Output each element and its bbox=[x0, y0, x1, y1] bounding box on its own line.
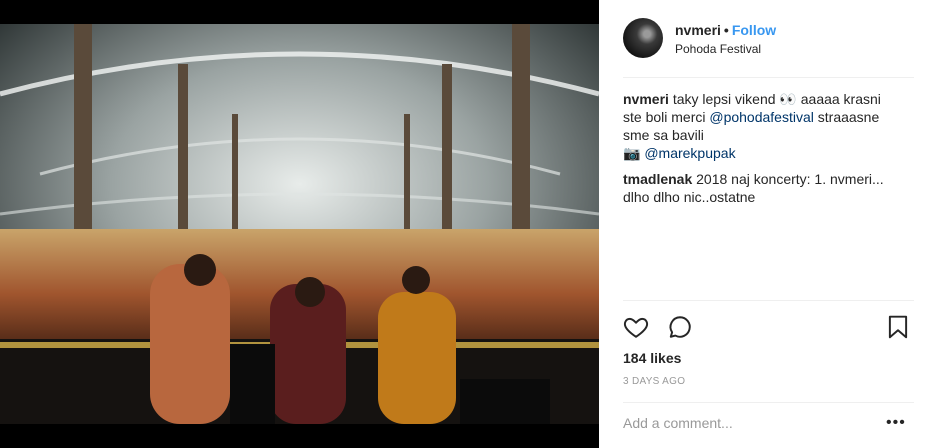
action-bar bbox=[623, 314, 913, 340]
post-sidebar: nvmeri • Follow Pohoda Festival nvmeri tak… bbox=[599, 0, 934, 448]
heart-icon[interactable] bbox=[623, 314, 649, 340]
comments-list: nvmeri taky lepsi vikend 👀 aaaaa krasni … bbox=[623, 90, 898, 214]
bookmark-icon[interactable] bbox=[885, 314, 911, 340]
caption-username[interactable]: nvmeri bbox=[623, 91, 669, 107]
mention-marekpupak[interactable]: @marekpupak bbox=[644, 145, 735, 161]
comment-icon[interactable] bbox=[667, 314, 693, 340]
instagram-post: nvmeri • Follow Pohoda Festival nvmeri tak… bbox=[0, 0, 934, 448]
divider-comment-box bbox=[623, 402, 914, 403]
post-header: nvmeri • Follow Pohoda Festival bbox=[623, 18, 910, 62]
camera-icon: 📷 bbox=[623, 145, 641, 161]
likes-count[interactable]: 184 likes bbox=[623, 350, 681, 366]
caption: nvmeri taky lepsi vikend 👀 aaaaa krasni … bbox=[623, 90, 898, 162]
header-user: nvmeri • Follow bbox=[675, 22, 776, 38]
concert-photo[interactable] bbox=[0, 24, 599, 424]
location-link[interactable]: Pohoda Festival bbox=[675, 42, 761, 56]
timestamp[interactable]: 3 DAYS AGO bbox=[623, 376, 685, 387]
mention-pohodafestival[interactable]: @pohodafestival bbox=[709, 109, 814, 125]
post-media bbox=[0, 0, 599, 448]
divider-header bbox=[623, 77, 914, 78]
separator-dot: • bbox=[723, 22, 729, 38]
more-options-icon[interactable]: ••• bbox=[886, 414, 906, 432]
username-link[interactable]: nvmeri bbox=[675, 22, 721, 38]
comment-username[interactable]: tmadlenak bbox=[623, 171, 692, 187]
follow-button[interactable]: Follow bbox=[732, 22, 776, 38]
avatar[interactable] bbox=[623, 18, 663, 58]
divider-actions bbox=[623, 300, 914, 301]
add-comment-input[interactable]: Add a comment... bbox=[623, 415, 733, 431]
list-item: tmadlenak 2018 naj koncerty: 1. nvmeri..… bbox=[623, 170, 898, 206]
